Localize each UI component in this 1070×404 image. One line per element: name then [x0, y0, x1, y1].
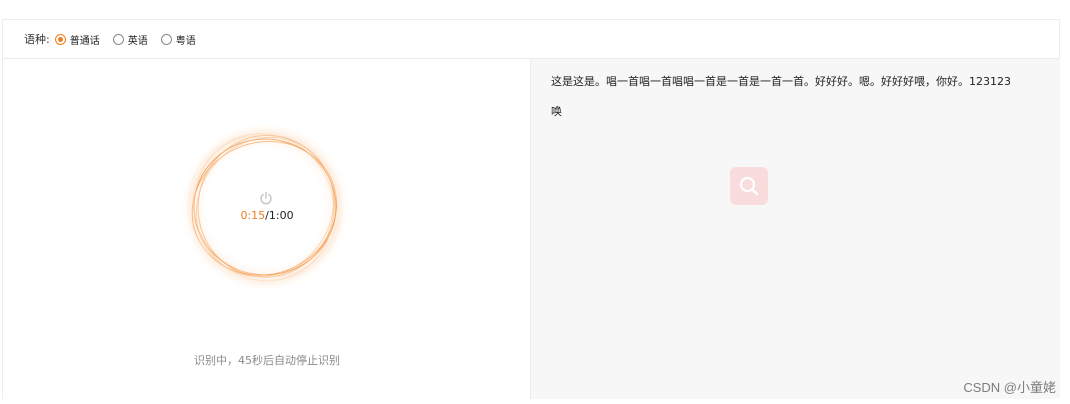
language-label: 语种: [24, 33, 50, 46]
radio-label: 普通话 [69, 35, 100, 47]
speech-recognition-panel: 语种: 普通话 英语 粤语 0:15/1:00 识别中，45秒后自动停止识别 这… [2, 19, 1060, 399]
result-line: 这是这是。唱一首唱一首唱唱一首是一首是一首一首。好好好。嗯。好好好喂，你好。12… [551, 75, 1011, 88]
elapsed-time: 0:15 [240, 209, 266, 222]
radio-dot-icon [54, 33, 66, 45]
radio-label: 英语 [127, 35, 148, 47]
search-icon [739, 176, 759, 196]
result-line: 唤 [551, 105, 562, 118]
radio-mandarin[interactable]: 普通话 [54, 32, 100, 47]
radio-cantonese[interactable]: 粤语 [160, 32, 196, 47]
power-icon[interactable] [259, 191, 273, 205]
radio-dot-icon [160, 33, 172, 45]
recording-timer: 0:15/1:00 [217, 209, 317, 222]
radio-label: 粤语 [175, 35, 196, 47]
search-button[interactable] [730, 167, 768, 205]
recognition-status: 识别中，45秒后自动停止识别 [194, 354, 340, 367]
total-time: 1:00 [268, 209, 294, 222]
language-selector: 语种: 普通话 英语 粤语 [3, 20, 1059, 59]
recorder-panel: 0:15/1:00 识别中，45秒后自动停止识别 [3, 59, 531, 399]
watermark: CSDN @小童姥 [963, 380, 1056, 395]
result-panel: 这是这是。唱一首唱一首唱唱一首是一首是一首一首。好好好。嗯。好好好喂，你好。12… [531, 59, 1060, 399]
voice-wave-ring[interactable] [180, 122, 350, 292]
radio-dot-icon [112, 33, 124, 45]
radio-english[interactable]: 英语 [112, 32, 148, 47]
